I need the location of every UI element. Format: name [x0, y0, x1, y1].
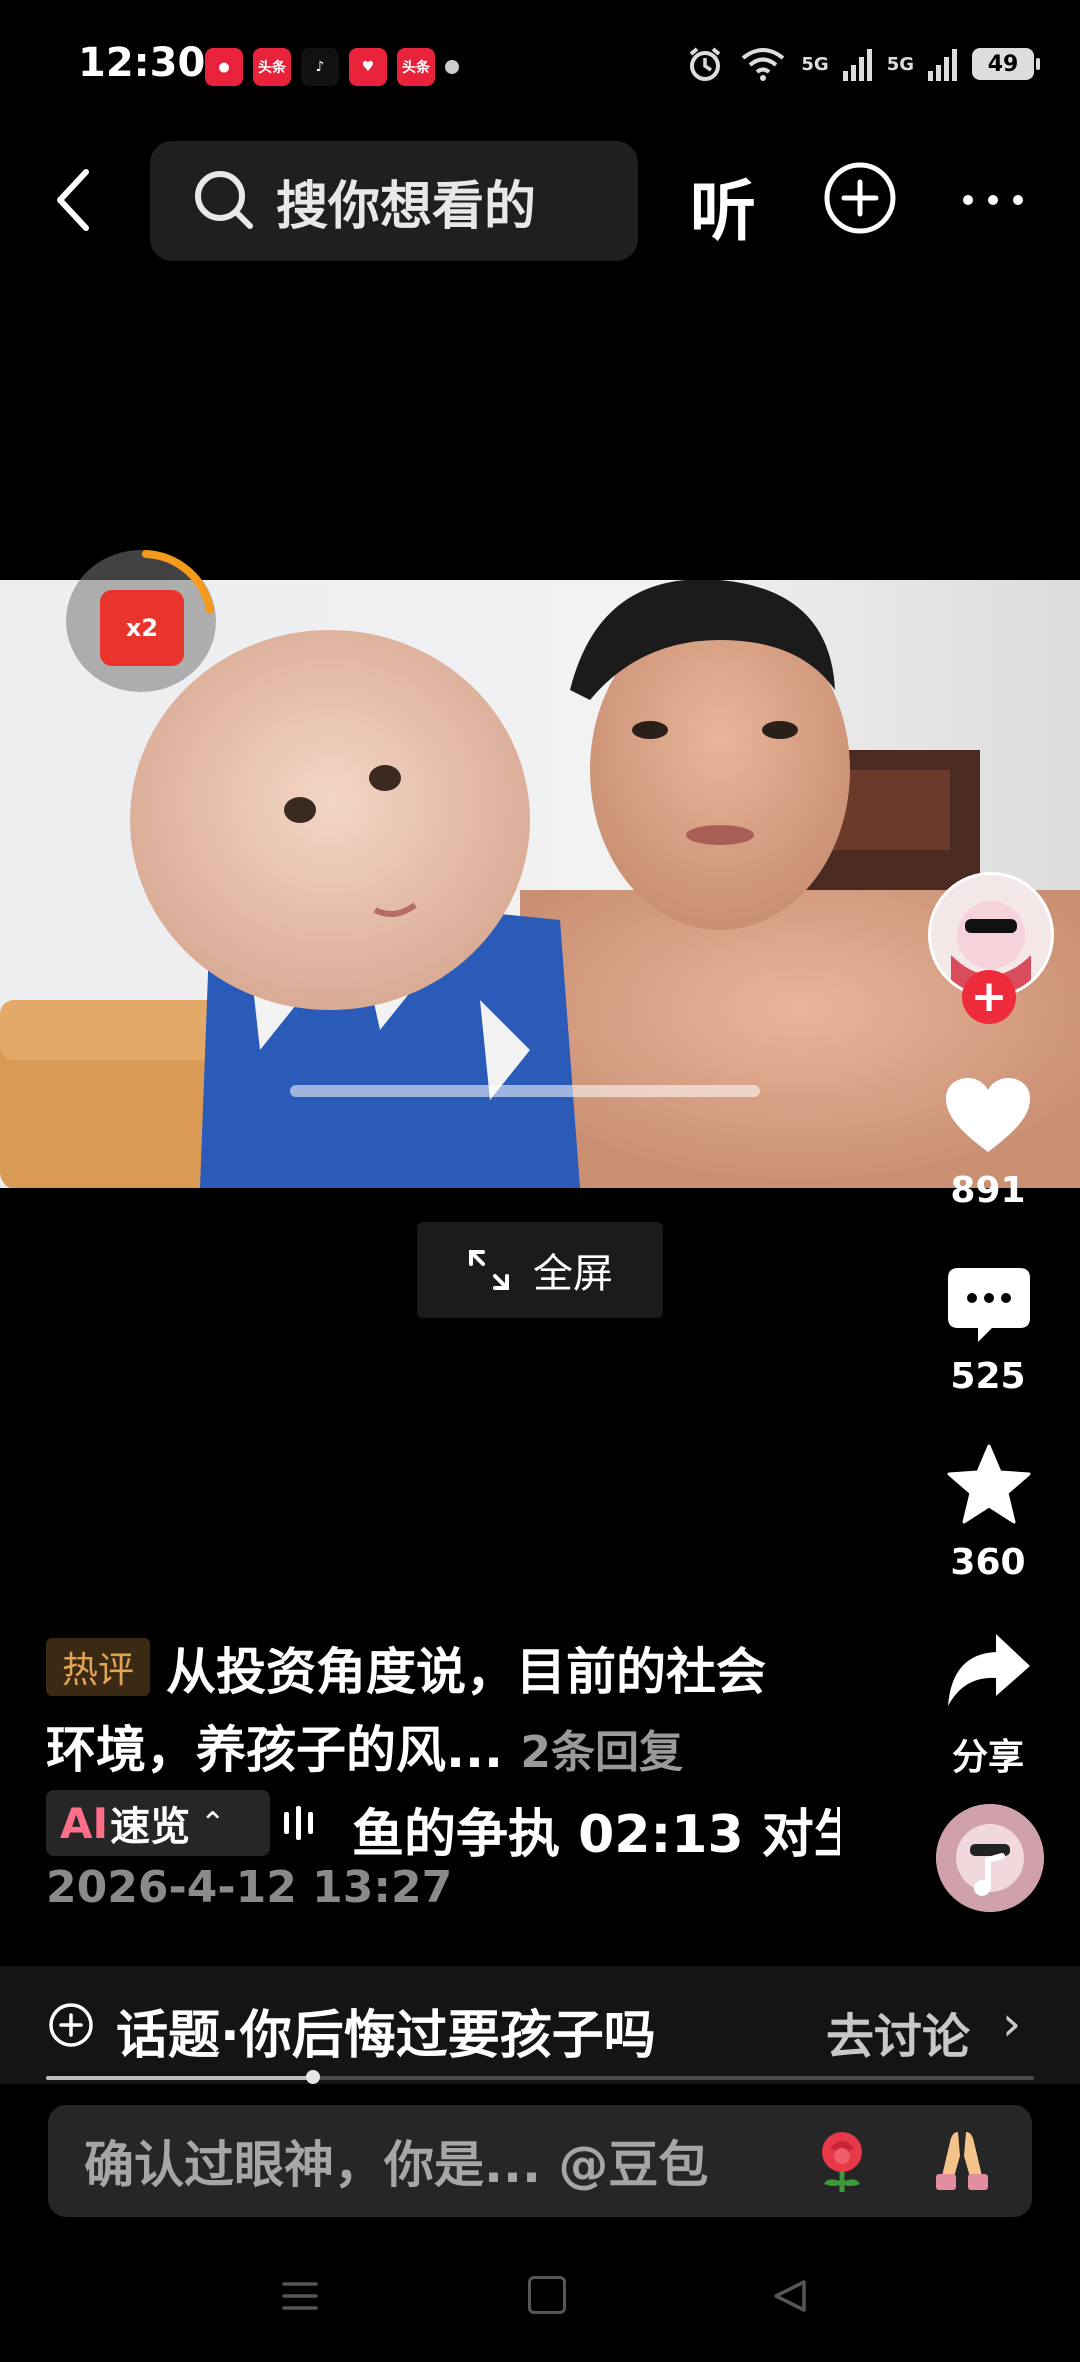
back-triangle-icon[interactable]	[770, 2276, 810, 2316]
ai-summary-toggle[interactable]: AI 速览 ⌃	[46, 1790, 270, 1856]
network-5g-label: 5G	[886, 53, 914, 75]
listen-button[interactable]: 听	[690, 158, 756, 254]
comment-icon[interactable]	[948, 1268, 1030, 1344]
share-icon[interactable]	[946, 1632, 1032, 1708]
tiktok-notification-icon: ♪	[301, 48, 339, 86]
hot-comment-text-continued[interactable]: 环境，养孩子的风... 2条回复	[46, 1710, 683, 1782]
audio-wave-icon	[284, 1806, 313, 1840]
favorite-count: 360	[950, 1542, 1026, 1583]
wifi-icon	[742, 48, 785, 81]
ai-label: AI	[60, 1798, 109, 1848]
app-notification-icon: ●	[205, 48, 243, 86]
toutiao-notification-icon: 头条	[253, 48, 291, 86]
comment-placeholder: 确认过眼神，你是... @豆包	[84, 2136, 709, 2194]
video-progress-handle[interactable]	[305, 2070, 320, 2084]
hot-comment-tag: 热评	[46, 1638, 150, 1696]
recent-apps-icon[interactable]	[280, 2276, 320, 2316]
comment-count: 525	[950, 1356, 1026, 1397]
discuss-button[interactable]: 去讨论	[826, 1997, 970, 2067]
back-icon[interactable]	[44, 160, 104, 240]
like-count: 891	[950, 1170, 1026, 1211]
hot-comment-line2: 环境，养孩子的风...	[46, 1721, 503, 1779]
reply-count[interactable]: 2条回复	[520, 1727, 683, 1778]
music-disc[interactable]	[936, 1804, 1044, 1912]
follow-button[interactable]: +	[962, 970, 1016, 1024]
music-note-icon	[936, 1804, 1044, 1912]
fullscreen-label: 全屏	[533, 1251, 613, 1297]
signal-icon	[928, 49, 957, 81]
topic-title[interactable]: 话题·你后悔过要孩子吗	[116, 1993, 656, 2068]
chevron-right-icon: ›	[1002, 1996, 1022, 2052]
expand-icon	[469, 1250, 509, 1290]
search-placeholder: 搜你想看的	[276, 176, 537, 237]
ai-summary-label: 速览	[110, 1804, 191, 1850]
red-envelope-icon[interactable]: x2	[100, 590, 184, 666]
search-icon	[195, 171, 253, 229]
chevron-up-icon: ⌃	[200, 1805, 226, 1841]
signal-icon	[842, 49, 872, 81]
topic-plus-icon	[49, 2003, 93, 2047]
rose-emoji-icon[interactable]	[808, 2126, 876, 2194]
home-icon[interactable]	[528, 2276, 566, 2314]
notification-icons: ● 头条 ♪ ♥ 头条	[205, 48, 459, 86]
app-notification-icon: ♥	[349, 48, 387, 86]
hot-comment-text[interactable]: 从投资角度说，目前的社会	[166, 1632, 766, 1704]
pray-emoji-icon[interactable]	[928, 2126, 996, 2194]
network-5g-label: 5G	[801, 53, 829, 75]
alarm-icon	[690, 47, 721, 81]
post-date: 2026-4-12 13:27	[46, 1862, 453, 1913]
status-indicators: 5G 5G 49	[685, 44, 1040, 84]
fullscreen-button[interactable]: 全屏	[417, 1222, 663, 1318]
favorite-star-icon[interactable]	[946, 1444, 1032, 1526]
ai-summary-text[interactable]: 鱼的争执 02:13 对生	[352, 1792, 840, 1867]
more-notifications-dot	[445, 60, 459, 74]
comment-input[interactable]: 确认过眼神，你是... @豆包	[48, 2105, 1032, 2217]
like-icon[interactable]	[946, 1078, 1030, 1154]
battery-indicator: 49	[972, 48, 1040, 80]
share-label: 分享	[951, 1737, 1024, 1778]
more-options-icon[interactable]	[958, 180, 1028, 220]
video-progress-fill	[46, 2076, 313, 2080]
search-bar[interactable]: 搜你想看的	[150, 141, 638, 261]
add-icon[interactable]	[822, 160, 898, 236]
status-time: 12:30	[78, 40, 206, 86]
toutiao-notification-icon: 头条	[397, 48, 435, 86]
